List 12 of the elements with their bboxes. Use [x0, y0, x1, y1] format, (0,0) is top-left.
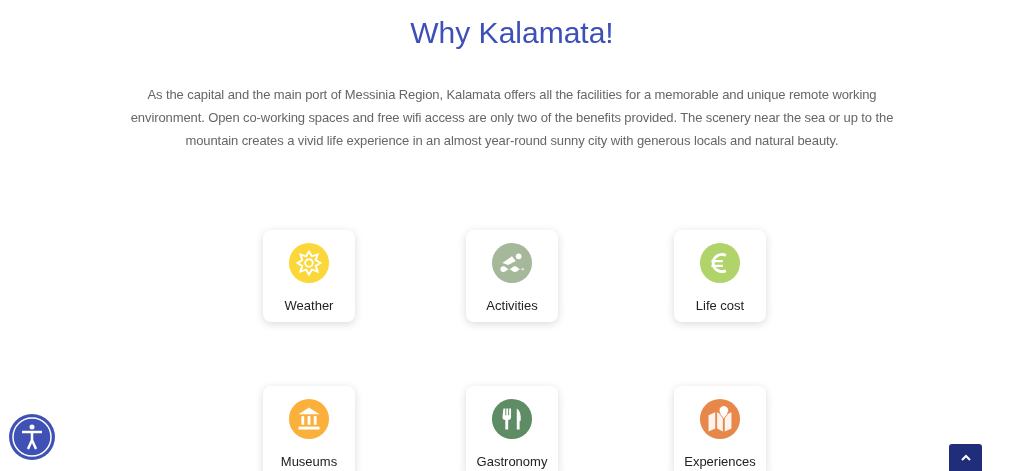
accessibility-icon: [10, 415, 54, 459]
feature-card[interactable]: Life cost: [674, 230, 766, 322]
feature-card[interactable]: Weather: [263, 230, 355, 322]
feature-card[interactable]: Gastronomy: [466, 386, 558, 471]
accessibility-button[interactable]: [9, 414, 55, 460]
intro-paragraph: As the capital and the main port of Messinia Region, Kalamata offers all the facilities for a memorable and unique remote working environment. Open co-working spaces and free wifi access are only two of the benefits provided. The scenery near the sea or up to the mountain creates a vivid life experience in an almost year-round sunny city with generous locals and natural beauty.: [129, 86, 895, 150]
chevron-up-icon: [959, 453, 972, 462]
feature-card[interactable]: Experiences: [674, 386, 766, 471]
section-title: Why Kalamata!: [410, 15, 614, 51]
feature-card[interactable]: Activities: [466, 230, 558, 322]
back-to-top-button[interactable]: [949, 444, 982, 471]
feature-card[interactable]: Museums: [263, 386, 355, 471]
